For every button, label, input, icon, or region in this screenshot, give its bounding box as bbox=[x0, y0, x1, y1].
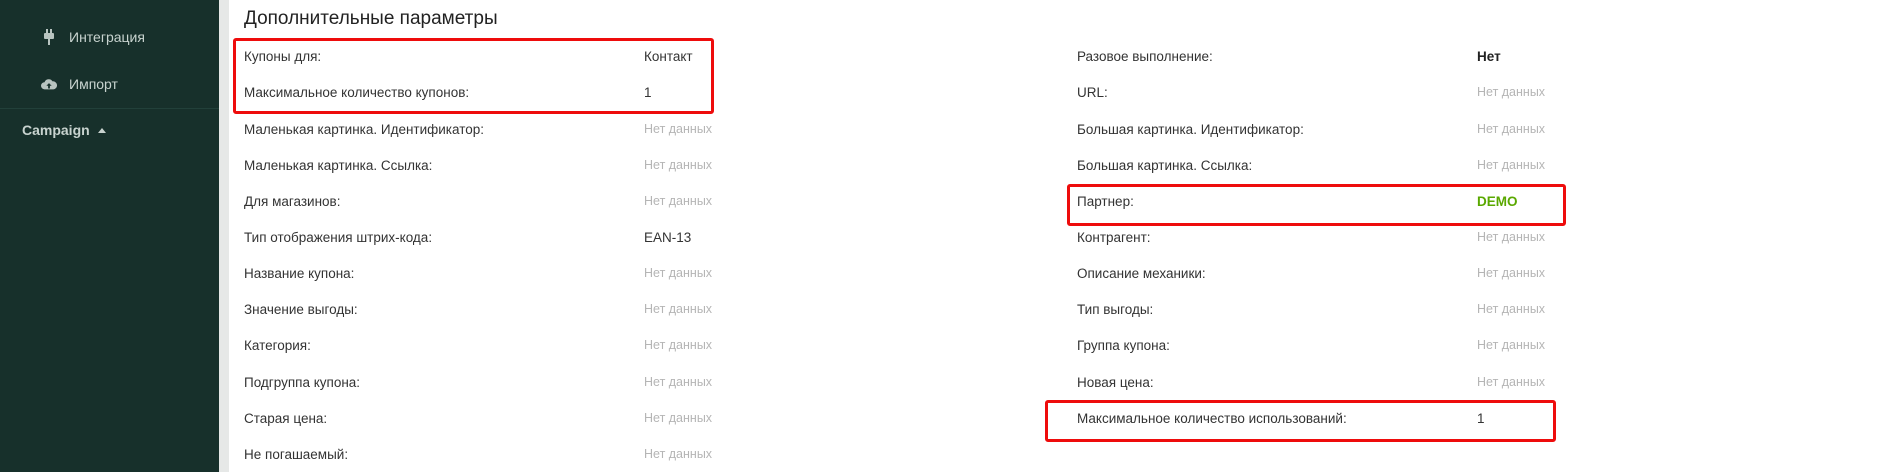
field-label: Большая картинка. Ссылка: bbox=[1077, 157, 1253, 173]
field-label: Маленькая картинка. Идентификатор: bbox=[244, 121, 484, 137]
sidebar-item-label: Интеграция bbox=[69, 29, 145, 45]
field-label: Не погашаемый: bbox=[244, 446, 349, 462]
sidebar-divider bbox=[0, 108, 219, 109]
field-value: Нет данных bbox=[1477, 230, 1546, 244]
field-value: Нет данных bbox=[644, 266, 713, 280]
field-label: Тип выгоды: bbox=[1077, 301, 1154, 317]
sidebar: Интеграция Импорт Campaign bbox=[0, 0, 219, 472]
highlight-box-partner bbox=[1067, 184, 1566, 226]
highlight-box-coupons bbox=[233, 38, 714, 114]
field-label: Группа купона: bbox=[1077, 337, 1170, 353]
section-title: Дополнительные параметры bbox=[244, 8, 498, 29]
field-label: Тип отображения штрих-кода: bbox=[244, 229, 433, 245]
field-value: EAN-13 bbox=[644, 229, 692, 245]
field-value: Нет bbox=[1477, 48, 1501, 64]
field-value: Нет данных bbox=[1477, 85, 1546, 99]
field-label: Разовое выполнение: bbox=[1077, 48, 1213, 64]
field-label: Значение выгоды: bbox=[244, 301, 358, 317]
field-value: Нет данных bbox=[644, 302, 713, 316]
field-value: Нет данных bbox=[1477, 266, 1546, 280]
caret-up-icon bbox=[97, 128, 106, 133]
sidebar-group-campaign[interactable]: Campaign bbox=[22, 122, 106, 138]
plug-icon bbox=[41, 29, 57, 45]
field-value: Нет данных bbox=[644, 158, 713, 172]
field-value: Нет данных bbox=[644, 122, 713, 136]
field-value: Нет данных bbox=[1477, 302, 1546, 316]
sidebar-item-label: Импорт bbox=[69, 76, 118, 92]
cloud-upload-icon bbox=[41, 76, 57, 92]
field-label: Для магазинов: bbox=[244, 193, 341, 209]
sidebar-group-label: Campaign bbox=[22, 122, 90, 138]
field-label: Большая картинка. Идентификатор: bbox=[1077, 121, 1304, 137]
field-value: Нет данных bbox=[1477, 338, 1546, 352]
field-value: Нет данных bbox=[1477, 375, 1546, 389]
field-value: Нет данных bbox=[644, 411, 713, 425]
field-label: Категория: bbox=[244, 337, 311, 353]
field-label: Старая цена: bbox=[244, 410, 328, 426]
field-label: Подгруппа купона: bbox=[244, 374, 361, 390]
field-value: Нет данных bbox=[644, 338, 713, 352]
sidebar-gutter bbox=[219, 0, 229, 472]
field-value: Нет данных bbox=[1477, 158, 1546, 172]
field-value: Нет данных bbox=[644, 194, 713, 208]
field-label: URL: bbox=[1077, 84, 1108, 100]
highlight-box-max-usage bbox=[1045, 400, 1556, 442]
field-value: Нет данных bbox=[644, 447, 713, 461]
field-label: Маленькая картинка. Ссылка: bbox=[244, 157, 433, 173]
sidebar-item-integration[interactable]: Интеграция bbox=[0, 17, 219, 57]
field-value: Нет данных bbox=[644, 375, 713, 389]
field-label: Описание механики: bbox=[1077, 265, 1206, 281]
sidebar-item-import[interactable]: Импорт bbox=[0, 64, 219, 104]
field-label: Контрагент: bbox=[1077, 229, 1151, 245]
field-label: Новая цена: bbox=[1077, 374, 1154, 390]
field-label: Название купона: bbox=[244, 265, 355, 281]
field-value: Нет данных bbox=[1477, 122, 1546, 136]
